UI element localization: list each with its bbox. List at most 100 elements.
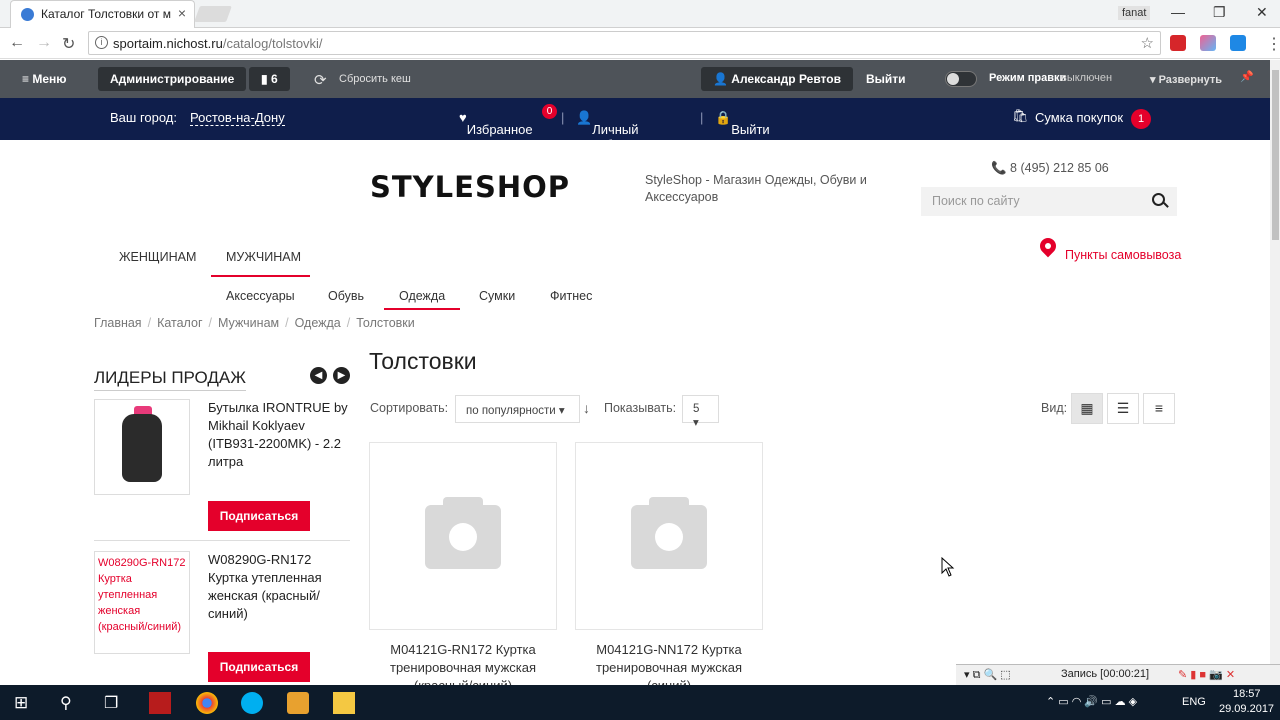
- taskbar-search-icon[interactable]: ⚲: [60, 693, 72, 713]
- prev-arrow-icon[interactable]: ◀: [310, 367, 327, 384]
- sort-select[interactable]: по популярности ▾: [455, 395, 580, 423]
- profile-name[interactable]: fanat: [1118, 6, 1151, 20]
- chrome-menu-icon[interactable]: ⋮: [1266, 34, 1280, 54]
- pickup-points-link[interactable]: Пункты самовывоза: [1065, 248, 1181, 262]
- product-thumbnail[interactable]: W08290G-RN172 Куртка утепленная женская …: [94, 551, 190, 654]
- bottle-image: [122, 414, 162, 482]
- nav-men[interactable]: Мужчинам: [226, 250, 301, 264]
- logout-link[interactable]: 🔒 Выйти: [715, 110, 770, 137]
- breadcrumb-home[interactable]: Главная: [94, 316, 142, 330]
- language-indicator[interactable]: ENG: [1182, 696, 1206, 708]
- info-icon[interactable]: i: [95, 36, 108, 49]
- reset-cache-button[interactable]: Сбросить кеш: [339, 73, 411, 85]
- table-view-icon[interactable]: ≡: [1143, 393, 1175, 424]
- cart-link[interactable]: Сумка покупок: [1035, 110, 1123, 125]
- expand-label: Развернуть: [1158, 74, 1222, 86]
- administration-button[interactable]: Администрирование: [98, 67, 247, 91]
- explorer-icon[interactable]: [333, 692, 355, 714]
- minimize-icon[interactable]: —: [1171, 4, 1185, 20]
- search-icon[interactable]: [1152, 193, 1165, 206]
- site-logo[interactable]: STYLESHOP: [370, 170, 570, 204]
- divider: [94, 390, 246, 391]
- sort-direction-icon[interactable]: ↓: [583, 400, 590, 416]
- subnav-active-underline: [384, 308, 460, 310]
- grid-view-icon[interactable]: ▦: [1071, 393, 1103, 424]
- breadcrumb-men[interactable]: Мужчинам: [218, 316, 279, 330]
- edit-mode-toggle[interactable]: [945, 71, 977, 87]
- favorites-count-badge: 0: [542, 104, 557, 119]
- clock-date[interactable]: 29.09.2017: [1219, 703, 1274, 715]
- tab-close-icon[interactable]: ×: [178, 5, 186, 21]
- recorder-controls-icon[interactable]: ✎ ▮ ■ 📷 ✕: [1178, 668, 1235, 681]
- task-view-icon[interactable]: ❐: [104, 693, 118, 713]
- subnav-shoes[interactable]: Обувь: [328, 289, 364, 303]
- search-input[interactable]: Поиск по сайту: [921, 187, 1177, 216]
- start-icon[interactable]: ⊞: [14, 693, 28, 713]
- sort-value: по популярности: [466, 405, 556, 417]
- subnav-accessories[interactable]: Аксессуары: [226, 289, 295, 303]
- skype-icon[interactable]: [241, 692, 263, 714]
- breadcrumb-clothing[interactable]: Одежда: [295, 316, 341, 330]
- extension-icon[interactable]: [1200, 35, 1216, 51]
- product-card[interactable]: [369, 442, 557, 630]
- expand-button[interactable]: ▾ Развернуть: [1150, 73, 1222, 86]
- chrome-icon[interactable]: [196, 692, 218, 714]
- nav-women[interactable]: Женщинам: [119, 250, 196, 264]
- reload-icon[interactable]: ↻: [62, 34, 75, 54]
- close-window-icon[interactable]: ✕: [1256, 4, 1268, 21]
- camera-placeholder-icon: [631, 497, 707, 569]
- breadcrumb-catalog[interactable]: Каталог: [157, 316, 202, 330]
- restore-icon[interactable]: ❐: [1213, 4, 1226, 21]
- user-button[interactable]: 👤 Александр Ревтов: [701, 67, 853, 91]
- subnav-clothing[interactable]: Одежда: [399, 289, 445, 303]
- product-card[interactable]: [575, 442, 763, 630]
- subnav-fitness[interactable]: Фитнес: [550, 289, 592, 303]
- city-label: Ваш город:: [110, 110, 177, 125]
- nav-active-underline: [211, 275, 310, 277]
- favicon-icon: [21, 8, 34, 21]
- edit-mode-label: Режим правки: [989, 72, 1067, 84]
- new-tab-button[interactable]: [194, 6, 232, 22]
- recorder-bar: ▾ ⧉ 🔍 ⬚ Запись [00:00:21] ✎ ▮ ■ 📷 ✕: [956, 664, 1280, 685]
- back-icon[interactable]: ←: [9, 34, 25, 52]
- subscribe-button[interactable]: Подписаться: [208, 501, 310, 531]
- show-label: Показывать:: [604, 401, 677, 415]
- adblock-icon[interactable]: [1170, 35, 1186, 51]
- list-view-icon[interactable]: ☰: [1107, 393, 1139, 424]
- clock-time[interactable]: 18:57: [1233, 688, 1261, 700]
- recorder-dropdown-icon[interactable]: ▾ ⧉ 🔍 ⬚: [964, 668, 1011, 682]
- refresh-icon[interactable]: ⟳: [314, 71, 327, 89]
- page-title: Толстовки: [369, 348, 477, 374]
- pin-icon[interactable]: 📌: [1240, 70, 1254, 83]
- counter-button[interactable]: ▮ 6: [249, 67, 290, 91]
- url-field[interactable]: i sportaim.nichost.ru/catalog/tolstovki/…: [88, 31, 1161, 55]
- subscribe-button[interactable]: Подписаться: [208, 652, 310, 682]
- sidebar-product-name[interactable]: Бутылка IRONTRUE by Mikhail Koklyaev (IT…: [208, 399, 350, 471]
- menu-label: Меню: [32, 72, 67, 86]
- product-thumbnail[interactable]: [94, 399, 190, 495]
- view-label: Вид:: [1041, 401, 1068, 415]
- sidebar-product-name[interactable]: W08290G-RN172 Куртка утепленная женская …: [208, 551, 350, 623]
- menu-button[interactable]: ≡ Меню: [22, 72, 67, 86]
- scrollbar-thumb[interactable]: [1272, 70, 1279, 240]
- divider: |: [700, 110, 704, 125]
- tray-icons[interactable]: ⌃ ▭ ◠ 🔊 ▭ ☁ ◈: [1046, 695, 1137, 708]
- subnav-bags[interactable]: Сумки: [479, 289, 515, 303]
- city-select[interactable]: Ростов-на-Дону: [190, 110, 285, 126]
- page-size-select[interactable]: 5 ▾: [682, 395, 719, 429]
- extension-flag-icon[interactable]: [1230, 35, 1246, 51]
- filezilla-icon[interactable]: [149, 692, 171, 714]
- windows-taskbar: ⊞ ⚲ ❐ ⌃ ▭ ◠ 🔊 ▭ ☁ ◈ ENG 18:57 29.09.2017: [0, 685, 1280, 720]
- browser-tab[interactable]: Каталог Толстовки от м... ×: [10, 0, 195, 28]
- sublime-icon[interactable]: [287, 692, 309, 714]
- shopping-bag-icon[interactable]: 🛍: [1012, 108, 1029, 124]
- bookmark-star-icon[interactable]: ☆: [1141, 34, 1154, 52]
- next-arrow-icon[interactable]: ▶: [333, 367, 350, 384]
- admin-logout-button[interactable]: Выйти: [866, 72, 906, 86]
- cabinet-link[interactable]: 👤 Личный кабинет: [576, 110, 640, 152]
- favorites-link[interactable]: ♥ Избранное: [459, 110, 533, 137]
- divider: |: [561, 110, 565, 125]
- forward-icon[interactable]: →: [36, 34, 52, 52]
- breadcrumb: Главная / Каталог / Мужчинам / Одежда / Толстовк…: [94, 316, 415, 330]
- address-bar: ← → ↻ i sportaim.nichost.ru/catalog/tols…: [0, 28, 1280, 59]
